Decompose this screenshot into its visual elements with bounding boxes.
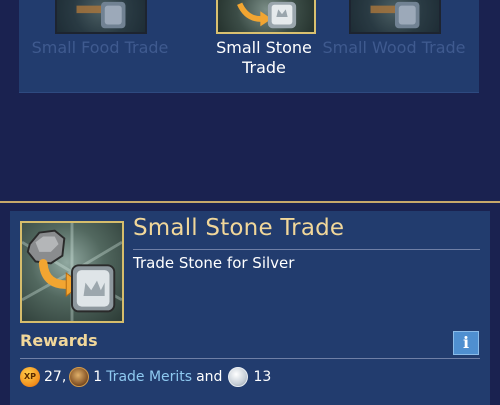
trade-label-small-wood: Small Wood Trade xyxy=(322,38,466,57)
trade-merit-icon xyxy=(69,367,90,387)
title-rule xyxy=(133,249,480,250)
info-icon: i xyxy=(462,333,470,352)
rewards-heading: Rewards xyxy=(20,331,98,350)
trade-card-small-stone[interactable]: Small Stone Trade xyxy=(172,0,322,92)
and-text: and xyxy=(196,369,223,385)
section-divider xyxy=(0,201,500,203)
xp-value: 27, xyxy=(44,369,67,385)
info-button[interactable]: i xyxy=(453,331,479,355)
trade-label-small-food: Small Food Trade xyxy=(31,38,169,57)
detail-description: Trade Stone for Silver xyxy=(133,254,295,272)
trade-detail-panel: Small Stone Trade Trade Stone for Silver… xyxy=(10,211,490,405)
silver-coin-icon xyxy=(228,367,249,387)
merits-value: 1 xyxy=(93,369,103,385)
detail-title: Small Stone Trade xyxy=(133,215,345,241)
xp-icon: XP xyxy=(20,367,40,387)
trade-selection-panel: Small Food Trade Small Stone Trade Small… xyxy=(19,0,479,93)
trade-label-small-stone: Small Stone Trade xyxy=(216,38,312,77)
trade-merits-link[interactable]: Trade Merits xyxy=(106,369,192,385)
rewards-rule xyxy=(20,358,480,359)
rewards-row: XP 27, 1 Trade Merits and 13 xyxy=(20,366,271,388)
stone-trade-icon xyxy=(216,0,316,34)
stone-to-silver-trade-icon xyxy=(20,221,124,323)
silver-value: 13 xyxy=(253,369,272,385)
trade-card-small-wood[interactable]: Small Wood Trade xyxy=(319,0,469,92)
trade-card-small-food[interactable]: Small Food Trade xyxy=(25,0,175,92)
wood-trade-icon xyxy=(349,0,441,34)
food-trade-icon xyxy=(55,0,147,34)
